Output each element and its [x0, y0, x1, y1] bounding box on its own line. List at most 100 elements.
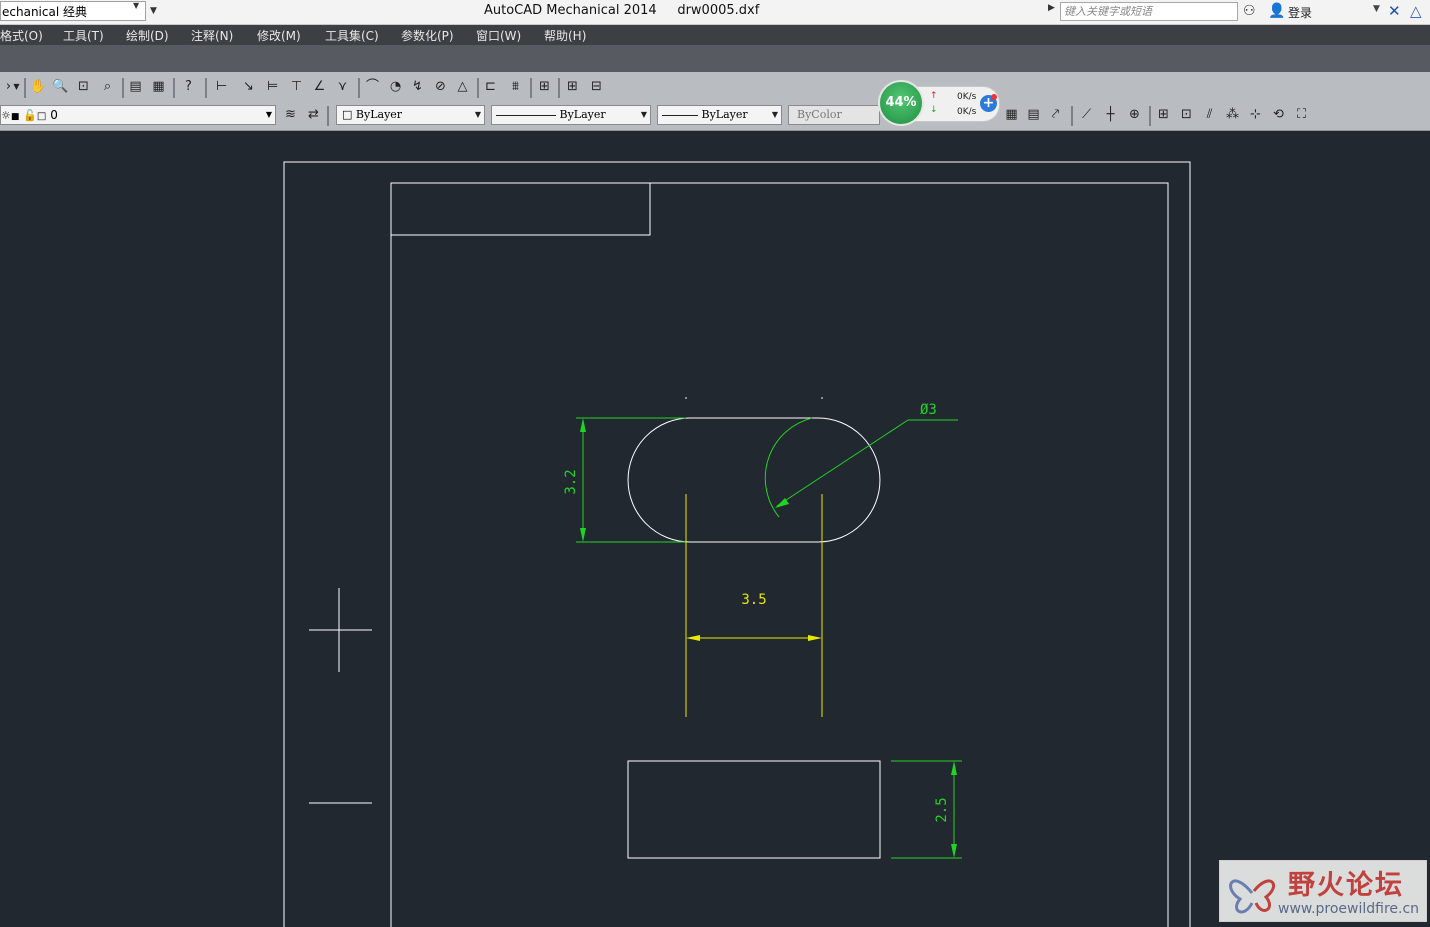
- layer-color-icon: ■: [10, 112, 20, 122]
- dim-diameter-arc: [764, 417, 813, 518]
- dimension-continue-icon[interactable]: ⩩: [507, 78, 524, 95]
- search-input[interactable]: 键入关键字或短语: [1060, 2, 1238, 21]
- calculator-icon[interactable]: ▦: [150, 78, 167, 95]
- dimension-baseline-icon[interactable]: ⊏: [482, 78, 499, 95]
- color-swatch-icon: □: [342, 108, 353, 121]
- toolbar-separator: [122, 78, 124, 98]
- slot-outline: [627, 417, 881, 543]
- snap-center-icon[interactable]: ⊕: [1126, 106, 1143, 123]
- multiline-text-icon[interactable]: ▤: [1025, 106, 1042, 123]
- selection-cycling-icon[interactable]: ⛶: [1293, 106, 1310, 123]
- window-title: AutoCAD Mechanical 2014 drw0005.dxf: [484, 3, 759, 18]
- dim-height-text: 3.2: [563, 469, 579, 494]
- polar-icon[interactable]: ⫽: [1201, 106, 1218, 123]
- toolbar-separator: [1149, 106, 1151, 126]
- upload-rate: 0K/s: [957, 92, 977, 102]
- drawing-canvas[interactable]: 3.2 Ø3 3.5 2.5: [0, 131, 1430, 927]
- binoculars-icon[interactable]: ⚇: [1243, 3, 1256, 19]
- osnap-icon[interactable]: ⁂: [1224, 106, 1241, 123]
- dimension-update-icon[interactable]: ⊟: [588, 78, 605, 95]
- properties-icon[interactable]: ▤: [127, 78, 144, 95]
- dimension-angular2-icon[interactable]: △: [454, 78, 471, 95]
- file-name: drw0005.dxf: [677, 3, 760, 18]
- layer-manager-icon[interactable]: ≋: [282, 106, 299, 123]
- dimension-arc-icon[interactable]: ⌒: [364, 78, 381, 95]
- user-icon[interactable]: 👤: [1268, 3, 1285, 19]
- quick-access-menu-icon[interactable]: ▼: [147, 2, 160, 20]
- linetype-preview: [496, 114, 556, 116]
- sun-icon: ☼: [1, 109, 11, 122]
- dimension-linear-icon[interactable]: ⊢: [213, 78, 230, 95]
- zoom-previous-icon[interactable]: ⌕: [99, 78, 116, 95]
- dim-height-arrow-bottom: [580, 528, 586, 542]
- dimension-vertical-icon[interactable]: ⊤: [288, 78, 305, 95]
- linetype-value: ByLayer: [559, 108, 606, 121]
- pan-icon[interactable]: ✋: [30, 78, 47, 95]
- menu-toolsets[interactable]: 工具集(C): [325, 27, 379, 44]
- layer-previous-icon[interactable]: ⇄: [305, 106, 322, 123]
- dimension-jogged-icon[interactable]: ↯: [409, 78, 426, 95]
- menu-tools[interactable]: 工具(T): [63, 27, 104, 44]
- menu-parametric[interactable]: 参数化(P): [401, 27, 454, 44]
- download-rate: 0K/s: [957, 107, 977, 117]
- tolerance-icon[interactable]: ⊞: [536, 78, 553, 95]
- dimension-angular-icon[interactable]: ⋎: [334, 78, 351, 95]
- color-square-icon: □: [36, 111, 47, 122]
- workspace-label: echanical 经典: [2, 5, 87, 19]
- layer-dropdown[interactable]: ☼■ 🔓□ 0 ▼: [0, 105, 276, 125]
- search-placeholder: 键入关键字或短语: [1064, 5, 1152, 18]
- lineweight-value: ByLayer: [701, 108, 748, 121]
- menu-format[interactable]: 格式(O): [0, 27, 43, 44]
- help-icon[interactable]: △: [1410, 2, 1422, 20]
- snap-line-icon[interactable]: ⟋: [1078, 106, 1095, 123]
- menu-window[interactable]: 窗口(W): [476, 27, 521, 44]
- layer-name: 0: [50, 108, 58, 122]
- plotstyle-dropdown[interactable]: ByColor: [788, 105, 880, 125]
- toolbar-separator: [173, 78, 175, 98]
- dimension-radius-icon[interactable]: ◔: [387, 78, 404, 95]
- login-link[interactable]: 登录: [1288, 4, 1312, 21]
- exchange-icon[interactable]: ✕: [1388, 2, 1401, 20]
- watermark-title: 野火论坛: [1288, 870, 1404, 901]
- menu-modify[interactable]: 修改(M): [257, 27, 301, 44]
- color-value: ByLayer: [355, 108, 403, 121]
- dynamic-input-icon[interactable]: ⟲: [1270, 106, 1287, 123]
- zoom-realtime-icon[interactable]: 🔍: [52, 78, 69, 95]
- chevron-down-icon[interactable]: ▼: [8, 78, 25, 95]
- grid-icon[interactable]: ⊞: [1155, 106, 1172, 123]
- snap-cross-icon[interactable]: ┼: [1102, 106, 1119, 123]
- chevron-down-icon: ▼: [265, 110, 272, 119]
- dim-rect-text: 2.5: [934, 797, 950, 822]
- lineweight-dropdown[interactable]: ByLayer ▼: [657, 105, 782, 125]
- toolbar-separator: [1071, 106, 1073, 126]
- workspace-dropdown[interactable]: echanical 经典: [0, 1, 146, 21]
- match-properties-icon[interactable]: ⤤: [1047, 106, 1064, 123]
- chevron-down-icon[interactable]: ▼: [133, 1, 139, 10]
- menu-bar: 格式(O) 工具(T) 绘制(D) 注释(N) 修改(M) 工具集(C) 参数化…: [0, 25, 1430, 45]
- toolbar-separator: [24, 78, 26, 98]
- dimension-diameter-icon[interactable]: ⊘: [432, 78, 449, 95]
- dimension-angle-icon[interactable]: ∠: [311, 78, 328, 95]
- network-monitor-widget[interactable]: 44% ↑ ↓ 0K/s 0K/s +: [878, 80, 1002, 126]
- chevron-down-icon[interactable]: ▼: [1373, 4, 1380, 14]
- color-dropdown[interactable]: □ ByLayer ▼: [336, 105, 485, 125]
- toolbar-separator: [205, 78, 207, 98]
- dim-diameter-text: Ø3: [920, 402, 937, 418]
- dimension-style-icon[interactable]: ⊞: [564, 78, 581, 95]
- table-icon[interactable]: ▦: [1003, 106, 1020, 123]
- ortho-icon[interactable]: ⊡: [1178, 106, 1195, 123]
- dim-height-arrow-top: [580, 418, 586, 432]
- memory-usage-gauge[interactable]: 44%: [878, 80, 924, 126]
- watermark-url: www.proewildfire.cn: [1278, 901, 1420, 917]
- dimension-aligned-icon[interactable]: ↘: [240, 78, 257, 95]
- menu-help[interactable]: 帮助(H): [544, 27, 586, 44]
- zoom-window-icon[interactable]: ⊡: [75, 78, 92, 95]
- butterfly-logo-icon: [1229, 879, 1276, 914]
- linetype-dropdown[interactable]: ByLayer ▼: [491, 105, 651, 125]
- menu-draw[interactable]: 绘制(D): [126, 27, 169, 44]
- dimension-horizontal-icon[interactable]: ⊨: [264, 78, 281, 95]
- menu-annotate[interactable]: 注释(N): [191, 27, 233, 44]
- otrack-icon[interactable]: ⊹: [1247, 106, 1264, 123]
- search-expand-icon[interactable]: ▶: [1048, 3, 1055, 13]
- help-icon[interactable]: ?: [180, 78, 197, 95]
